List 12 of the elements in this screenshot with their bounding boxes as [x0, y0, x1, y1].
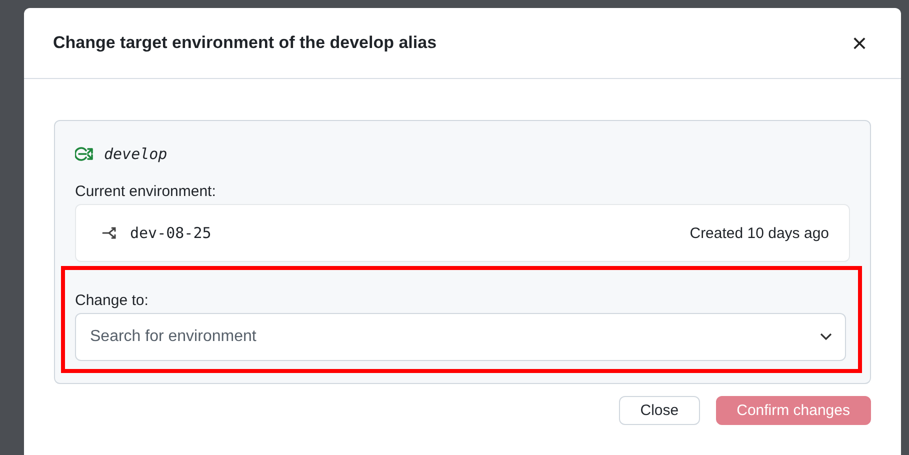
- current-environment-label: Current environment:: [75, 183, 216, 200]
- close-button[interactable]: ×: [848, 30, 871, 56]
- chevron-down-icon: [820, 333, 832, 341]
- alias-icon: [75, 146, 93, 162]
- environment-search-field[interactable]: Search for environment: [75, 313, 846, 361]
- close-dialog-button[interactable]: Close: [619, 396, 700, 425]
- dialog-title: Change target environment of the develop alias: [53, 33, 437, 53]
- change-to-label: Change to:: [75, 292, 148, 309]
- alias-name: develop: [104, 145, 168, 163]
- environment-name: dev-08-25: [130, 224, 212, 242]
- branch-icon: [102, 226, 118, 240]
- created-time: Created 10 days ago: [690, 224, 829, 242]
